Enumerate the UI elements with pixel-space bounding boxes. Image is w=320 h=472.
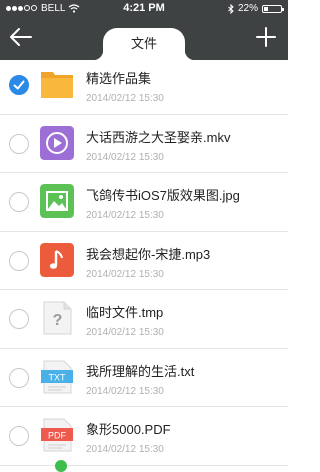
svg-text:PDF: PDF [48,431,67,441]
unselected-check-icon[interactable] [9,133,29,154]
file-row[interactable]: 大话西游之大圣娶亲.mkv 2014/02/12 15:30 [0,115,288,173]
file-date: 2014/02/12 15:30 [86,444,164,455]
folder-icon [41,72,73,98]
unselected-check-icon[interactable] [9,309,29,329]
file-row[interactable]: 飞鸽传书iOS7版效果图.jpg 2014/02/12 15:30 [0,173,288,232]
file-row[interactable]: PDF 象形5000.PDF 2014/02/12 15:30 [0,407,288,466]
file-date: 2014/02/12 15:30 [86,268,164,280]
file-date: 2014/02/12 15:30 [86,385,164,397]
file-date: 2014/02/12 15:30 [86,151,164,163]
nav-bar: BELL 4:21 PM 22% 文件 [0,0,288,60]
file-name: 临时文件.tmp [86,305,164,320]
svg-text:?: ? [53,312,63,329]
pdf-file-icon: PDF [41,418,73,452]
page-title: 文件 [130,36,157,51]
battery-percent: 22% [237,3,258,14]
unselected-check-icon[interactable] [9,367,29,388]
image-file-icon [40,184,74,218]
battery-icon [262,4,284,13]
unselected-check-icon[interactable] [9,426,29,446]
partial-file-icon [55,460,67,472]
unselected-check-icon[interactable] [9,192,29,212]
file-name: 飞鸽传书iOS7版效果图.jpg [86,188,240,203]
file-name: 精选作品集 [86,71,152,86]
audio-file-icon [40,242,74,277]
file-row[interactable]: 精选作品集 2014/02/12 15:30 [0,56,288,115]
file-date: 2014/02/12 15:30 [86,327,164,338]
status-bar: BELL 4:21 PM 22% [0,0,288,17]
file-name: 大话西游之大圣娶亲.mkv [86,129,231,145]
file-row[interactable]: 我会想起你-宋捷.mp3 2014/02/12 15:30 [0,232,288,290]
file-name: 我所理解的生活.txt [86,363,195,379]
file-name: 我会想起你-宋捷.mp3 [86,246,211,262]
file-row[interactable]: TXT 我所理解的生活.txt 2014/02/12 15:30 [0,349,288,407]
selected-check-icon[interactable] [9,75,29,95]
file-row[interactable]: ? 临时文件.tmp 2014/02/12 15:30 [0,290,288,349]
file-date: 2014/02/12 15:30 [86,93,164,104]
bluetooth-icon [228,3,234,14]
file-date: 2014/02/12 15:30 [86,210,164,221]
file-name: 象形5000.PDF [86,422,171,437]
svg-text:TXT: TXT [49,372,67,382]
unselected-check-icon[interactable] [9,250,29,271]
file-list: 精选作品集 2014/02/12 15:30 大话西游之大圣娶亲.mkv 201… [0,56,288,466]
add-icon[interactable] [254,25,278,49]
unknown-file-icon: ? [43,301,72,335]
video-file-icon [40,125,74,160]
text-file-icon: TXT [41,360,73,393]
back-arrow-icon[interactable] [8,25,34,49]
